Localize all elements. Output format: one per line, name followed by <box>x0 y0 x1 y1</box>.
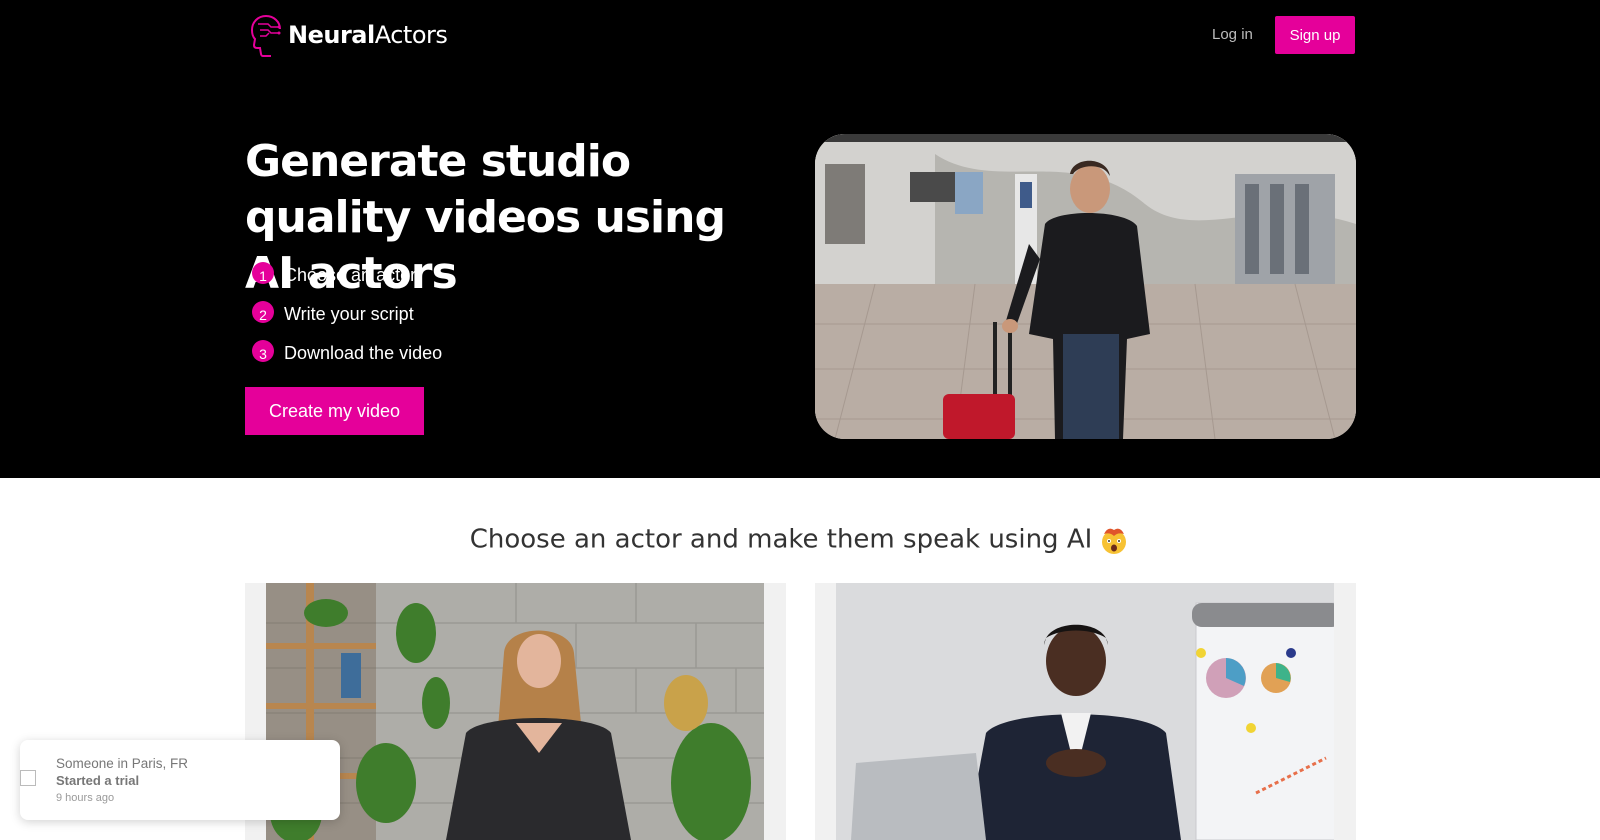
toast-timestamp: 9 hours ago <box>56 792 115 804</box>
step-number-badge: 2 <box>252 300 274 323</box>
actor-card[interactable] <box>815 583 1356 840</box>
create-video-button[interactable]: Create my video <box>245 387 424 435</box>
logo-text: NeuralActors <box>288 21 448 49</box>
social-proof-toast[interactable]: Someone in Paris, FR Started a trial 9 h… <box>20 740 340 820</box>
step-label: Choose an actor <box>284 265 417 285</box>
actor-image-male <box>836 583 1334 840</box>
step-item: 3 Download the video <box>252 334 442 373</box>
actor-photo-male <box>836 583 1334 840</box>
step-item: 2 Write your script <box>252 295 442 334</box>
actor-image-female <box>266 583 764 840</box>
login-link[interactable]: Log in <box>1212 26 1253 43</box>
actor-photo-female <box>266 583 764 840</box>
toast-location: Someone in Paris, FR <box>56 756 189 771</box>
step-number-badge: 1 <box>252 261 274 284</box>
step-item: 1 Choose an actor <box>252 256 442 295</box>
signup-button[interactable]: Sign up <box>1275 16 1355 54</box>
head-logo-icon <box>250 15 281 57</box>
broken-image-icon <box>20 770 36 786</box>
logo[interactable]: NeuralActors <box>248 12 448 58</box>
hero-section: NeuralActors Log in Sign up Generate stu… <box>0 0 1600 478</box>
mind-blown-emoji-icon <box>1102 528 1127 554</box>
step-number-badge: 3 <box>252 339 274 362</box>
toast-action: Started a trial <box>56 773 140 788</box>
step-label: Write your script <box>284 304 414 324</box>
steps-list: 1 Choose an actor 2 Write your script 3 … <box>252 256 442 373</box>
step-label: Download the video <box>284 343 443 363</box>
hero-video-image <box>815 134 1356 439</box>
hero-actor-video[interactable] <box>815 134 1356 439</box>
section-title: Choose an actor and make them speak usin… <box>0 524 1600 556</box>
